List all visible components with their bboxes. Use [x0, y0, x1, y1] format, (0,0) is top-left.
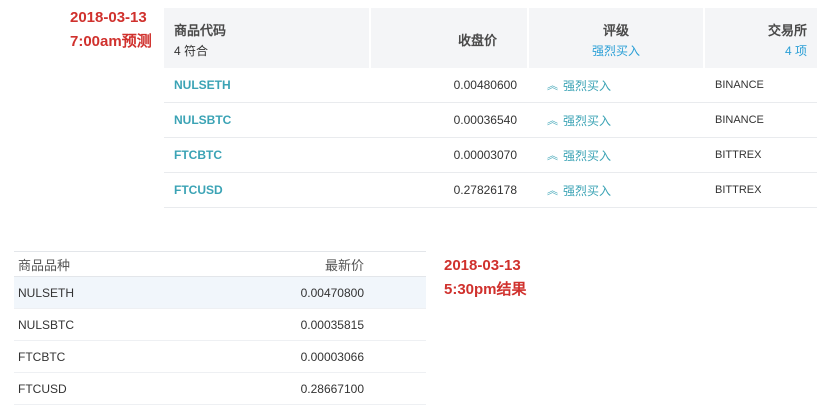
double-chevron-up-icon: ︽	[547, 80, 558, 92]
double-chevron-up-icon: ︽	[547, 150, 558, 162]
table-row[interactable]: FTCBTC 0.00003070 ︽ 强烈买入 BITTREX	[164, 138, 817, 173]
close-price: 0.00036540	[453, 113, 517, 127]
exchange-name: BINANCE	[715, 114, 764, 126]
latest-price: 0.00470800	[300, 285, 364, 300]
prediction-annotation: 2018-03-13 7:00am预测	[70, 6, 152, 54]
table-row[interactable]: FTCUSD 0.27826178 ︽ 强烈买入 BITTREX	[164, 173, 817, 208]
close-header-label: 收盘价	[457, 33, 497, 48]
exchange-name: BITTREX	[715, 149, 762, 161]
product-name: FTCBTC	[18, 349, 66, 364]
rating-label: 强烈买入	[563, 113, 612, 128]
double-chevron-up-icon: ︽	[547, 115, 558, 127]
screener-table: 商品代码 4 符合 收盘价 评级 强烈买入 交易所 4 项 NULSETH 0.…	[164, 8, 817, 208]
prediction-label: 7:00am预测	[70, 33, 152, 50]
exchange-header-label: 交易所	[767, 23, 807, 38]
rating-label: 强烈买入	[563, 78, 612, 93]
double-chevron-up-icon: ︽	[547, 185, 558, 197]
list-item[interactable]: FTCUSD 0.28667100	[14, 373, 426, 405]
rating-header-label: 评级	[602, 23, 629, 38]
list-item[interactable]: NULSBTC 0.00035815	[14, 309, 426, 341]
symbol-link[interactable]: NULSETH	[164, 78, 371, 92]
product-name: NULSBTC	[18, 317, 75, 332]
code-header-label: 商品代码	[174, 23, 227, 38]
latest-price: 0.28667100	[300, 381, 364, 396]
list-item[interactable]: FTCBTC 0.00003066	[14, 341, 426, 373]
list-item[interactable]: NULSETH 0.00470800	[14, 277, 426, 309]
column-header-code[interactable]: 商品代码 4 符合	[164, 8, 369, 68]
rating-label: 强烈买入	[563, 148, 612, 163]
close-price: 0.27826178	[453, 183, 517, 197]
table-row[interactable]: NULSBTC 0.00036540 ︽ 强烈买入 BINANCE	[164, 103, 817, 138]
close-price: 0.00003070	[453, 148, 517, 162]
product-name: NULSETH	[18, 285, 75, 300]
screener-header: 商品代码 4 符合 收盘价 评级 强烈买入 交易所 4 项	[164, 8, 817, 68]
product-name: FTCUSD	[18, 381, 67, 396]
product-header[interactable]: 商品品种	[14, 255, 214, 274]
match-count: 4 符合	[174, 44, 209, 58]
result-annotation: 2018-03-13 5:30pm结果	[444, 254, 527, 302]
rating-cell: ︽ 强烈买入	[527, 147, 703, 164]
result-label: 5:30pm结果	[444, 281, 527, 298]
table-row[interactable]: NULSETH 0.00480600 ︽ 强烈买入 BINANCE	[164, 68, 817, 103]
latest-price: 0.00003066	[300, 349, 364, 364]
close-price: 0.00480600	[453, 78, 517, 92]
symbol-link[interactable]: FTCBTC	[164, 148, 371, 162]
column-header-close[interactable]: 收盘价	[371, 8, 527, 68]
rating-filter-value[interactable]: 强烈买入	[529, 42, 703, 59]
latest-price: 0.00035815	[300, 317, 364, 332]
rating-label: 强烈买入	[563, 183, 612, 198]
latest-price-header[interactable]: 最新价	[214, 255, 364, 274]
rating-cell: ︽ 强烈买入	[527, 182, 703, 199]
rating-cell: ︽ 强烈买入	[527, 112, 703, 129]
results-table: 商品品种 最新价 NULSETH 0.00470800 NULSBTC 0.00…	[14, 251, 426, 405]
result-date: 2018-03-13	[444, 257, 521, 274]
rating-cell: ︽ 强烈买入	[527, 77, 703, 94]
results-header: 商品品种 最新价	[14, 251, 426, 277]
column-header-exchange[interactable]: 交易所 4 项	[705, 8, 817, 68]
symbol-link[interactable]: NULSBTC	[164, 113, 371, 127]
exchange-filter-count[interactable]: 4 项	[705, 42, 807, 59]
exchange-name: BITTREX	[715, 184, 762, 196]
column-header-rating[interactable]: 评级 强烈买入	[529, 8, 703, 68]
symbol-link[interactable]: FTCUSD	[164, 183, 371, 197]
exchange-name: BINANCE	[715, 79, 764, 91]
prediction-date: 2018-03-13	[70, 9, 147, 26]
